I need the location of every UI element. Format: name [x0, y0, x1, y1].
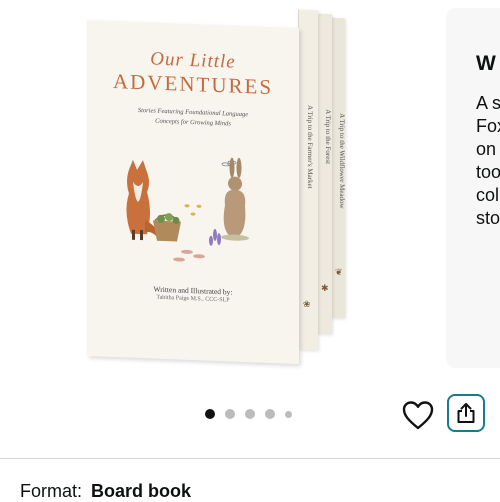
spine-title: A Trip to the Farmer's Market — [306, 104, 314, 189]
favorite-button[interactable] — [400, 397, 436, 433]
lavender-icon — [209, 228, 221, 246]
bee-icon — [184, 204, 202, 216]
share-button[interactable] — [447, 394, 485, 432]
section-divider — [0, 458, 500, 459]
box-set-cover: Our Little ADVENTURES Stories Featuring … — [87, 20, 299, 365]
description-text: A s Fox on too col sto — [476, 93, 500, 228]
acorn-icon: ❀ — [303, 298, 311, 310]
spine-title: A Trip to the Forest — [324, 109, 332, 165]
pinecone-icon: ✱ — [321, 282, 329, 294]
rabbit-icon — [221, 157, 249, 241]
format-label: Format: — [20, 481, 83, 501]
book-spine-3: A Trip to the Wildflower Meadow ❦ — [330, 17, 346, 319]
cover-illustration — [126, 157, 249, 262]
carousel-dot[interactable] — [225, 409, 235, 419]
format-value: Board book — [91, 481, 192, 501]
carousel-dot[interactable] — [265, 409, 275, 419]
book-spine-2: A Trip to the Forest ✱ — [316, 13, 332, 335]
flower-icon: ❦ — [335, 266, 343, 278]
product-image[interactable]: A Trip to the Wildflower Meadow ❦ A Trip… — [0, 0, 440, 390]
carousel-dot[interactable] — [245, 409, 255, 419]
product-description-card[interactable]: W A s Fox on too col sto — [446, 8, 500, 368]
image-carousel-indicator — [205, 409, 292, 419]
cover-credit: Written and Illustrated by: Tabitha Paig… — [87, 282, 299, 308]
description-title: W — [476, 52, 496, 75]
carousel-dot[interactable] — [285, 410, 292, 418]
share-icon — [457, 403, 475, 423]
carousel-dot-active[interactable] — [205, 409, 215, 419]
format-selector[interactable]: Format: Board book — [20, 481, 191, 502]
cover-subtitle: Stories Featuring Foundational Language … — [107, 105, 279, 131]
fox-icon — [126, 159, 158, 241]
basket-icon — [153, 213, 181, 242]
book-spine-1: A Trip to the Farmer's Market ❀ — [298, 9, 318, 351]
spine-title: A Trip to the Wildflower Meadow — [338, 113, 346, 209]
heart-icon — [402, 401, 434, 430]
stepping-stones — [173, 249, 205, 262]
